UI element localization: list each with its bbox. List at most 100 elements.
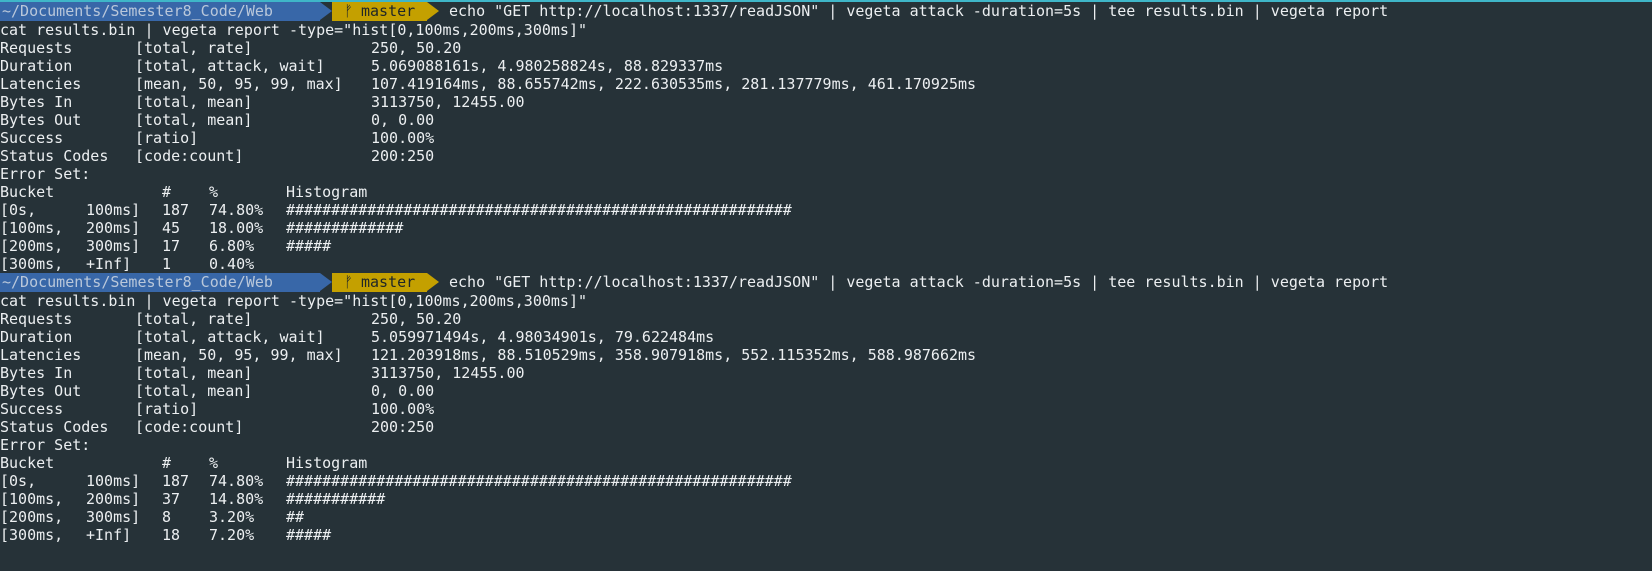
metric-fields: [total, attack, wait]	[135, 328, 325, 346]
hist-header-percent: %	[209, 183, 219, 201]
bucket-count: 1	[162, 255, 172, 273]
bucket-upper: +Inf]	[86, 255, 132, 273]
bucket-bar: ########################################…	[286, 472, 792, 490]
metric-label: Status Codes	[0, 147, 109, 165]
histogram-row: [200ms, 300ms] 8 3.20% ##	[0, 508, 304, 527]
hist-header-count: #	[162, 454, 172, 472]
metric-label: Success	[0, 400, 64, 418]
hist-header-histogram: Histogram	[286, 183, 368, 201]
hist-header-bucket: Bucket	[0, 183, 55, 201]
metric-fields: [total, mean]	[135, 364, 253, 382]
bucket-upper: 300ms]	[86, 237, 141, 255]
metric-fields: [total, rate]	[135, 310, 253, 328]
metric-row-duration: Duration [total, attack, wait] 5.0690881…	[0, 57, 723, 76]
metric-row-status-codes: Status Codes [code:count] 200:250	[0, 418, 434, 437]
command-text: cat results.bin | vegeta report -type="h…	[0, 292, 587, 310]
bucket-percent: 74.80%	[209, 472, 264, 490]
metric-value: 107.419164ms, 88.655742ms, 222.630535ms,…	[371, 75, 977, 93]
terminal-window[interactable]: ~/Documents/Semester8_Code/Web ᚠ master …	[0, 0, 1652, 571]
metric-fields: [total, attack, wait]	[135, 57, 325, 75]
metric-label: Requests	[0, 310, 73, 328]
prompt-git-segment: ᚠ master	[332, 2, 427, 21]
bucket-lower: [100ms,	[0, 490, 64, 508]
bucket-count: 8	[162, 508, 172, 526]
command-text: echo "GET http://localhost:1337/readJSON…	[449, 273, 1389, 291]
histogram-header: Bucket # % Histogram	[0, 454, 367, 473]
bucket-lower: [0s,	[0, 201, 37, 219]
metric-row-latencies: Latencies [mean, 50, 95, 99, max] 121.20…	[0, 346, 976, 365]
metric-value: 100.00%	[371, 129, 435, 147]
metric-value: 200:250	[371, 418, 435, 436]
bucket-percent: 18.00%	[209, 219, 264, 237]
shell-prompt: ~/Documents/Semester8_Code/Web ᚠ master …	[0, 273, 1652, 292]
metric-row-status-codes: Status Codes [code:count] 200:250	[0, 147, 434, 166]
histogram-row: [200ms, 300ms] 17 6.80% #####	[0, 237, 331, 256]
bucket-upper: 200ms]	[86, 219, 141, 237]
metric-label: Latencies	[0, 75, 82, 93]
bucket-count: 18	[162, 526, 181, 544]
bucket-lower: [300ms,	[0, 255, 64, 273]
metric-row-success: Success [ratio] 100.00%	[0, 129, 434, 148]
prompt-path-segment: ~/Documents/Semester8_Code/Web	[0, 273, 320, 292]
bucket-lower: [200ms,	[0, 237, 64, 255]
metric-row-duration: Duration [total, attack, wait] 5.0599714…	[0, 328, 714, 347]
histogram-row: [100ms, 200ms] 37 14.80% ###########	[0, 490, 385, 509]
git-branch-icon: ᚠ	[344, 2, 354, 20]
metric-value: 5.059971494s, 4.98034901s, 79.622484ms	[371, 328, 715, 346]
metric-value: 5.069088161s, 4.980258824s, 88.829337ms	[371, 57, 724, 75]
prompt-path: ~/Documents/Semester8_Code/Web	[2, 2, 273, 20]
prompt-separator-icon	[320, 273, 332, 291]
bucket-upper: +Inf]	[86, 526, 132, 544]
metric-fields: [mean, 50, 95, 99, max]	[135, 75, 343, 93]
prompt-separator-icon	[427, 2, 439, 20]
prompt-path: ~/Documents/Semester8_Code/Web	[2, 273, 273, 291]
metric-row-bytes-in: Bytes In [total, mean] 3113750, 12455.00	[0, 93, 525, 112]
metric-label: Duration	[0, 57, 73, 75]
command-text: cat results.bin | vegeta report -type="h…	[0, 21, 587, 39]
metric-row-requests: Requests [total, rate] 250, 50.20	[0, 39, 461, 58]
metric-fields: [code:count]	[135, 147, 244, 165]
metric-fields: [total, mean]	[135, 111, 253, 129]
histogram-row: [0s, 100ms] 187 74.80% #################…	[0, 472, 792, 491]
bucket-count: 187	[162, 201, 190, 219]
histogram-row: [0s, 100ms] 187 74.80% #################…	[0, 201, 792, 220]
bucket-count: 45	[162, 219, 181, 237]
hist-header-count: #	[162, 183, 172, 201]
git-branch-name: master	[361, 273, 416, 291]
bucket-bar: ###########	[286, 490, 386, 508]
bucket-upper: 100ms]	[86, 472, 141, 490]
metric-value: 250, 50.20	[371, 310, 462, 328]
metric-row-latencies: Latencies [mean, 50, 95, 99, max] 107.41…	[0, 75, 976, 94]
git-branch-icon: ᚠ	[344, 273, 354, 291]
metric-label: Bytes Out	[0, 111, 82, 129]
prompt-git-segment: ᚠ master	[332, 273, 427, 292]
bucket-upper: 200ms]	[86, 490, 141, 508]
metric-row-success: Success [ratio] 100.00%	[0, 400, 434, 419]
bucket-upper: 300ms]	[86, 508, 141, 526]
metric-label: Bytes In	[0, 93, 73, 111]
bucket-lower: [300ms,	[0, 526, 64, 544]
bucket-percent: 3.20%	[209, 508, 255, 526]
metric-row-bytes-out: Bytes Out [total, mean] 0, 0.00	[0, 111, 434, 130]
bucket-upper: 100ms]	[86, 201, 141, 219]
bucket-bar: #####	[286, 237, 332, 255]
metric-fields: [ratio]	[135, 129, 199, 147]
metric-label: Duration	[0, 328, 73, 346]
metric-label: Success	[0, 129, 64, 147]
bucket-count: 37	[162, 490, 181, 508]
command-text: echo "GET http://localhost:1337/readJSON…	[449, 2, 1389, 20]
metric-row-requests: Requests [total, rate] 250, 50.20	[0, 310, 461, 329]
metric-row-bytes-in: Bytes In [total, mean] 3113750, 12455.00	[0, 364, 525, 383]
metric-label: Latencies	[0, 346, 82, 364]
bucket-bar: ##	[286, 508, 305, 526]
prompt-separator-icon	[427, 273, 439, 291]
bucket-count: 17	[162, 237, 181, 255]
hist-header-histogram: Histogram	[286, 454, 368, 472]
error-set-label: Error Set:	[0, 165, 91, 183]
hist-header-bucket: Bucket	[0, 454, 55, 472]
metric-value: 200:250	[371, 147, 435, 165]
metric-label: Status Codes	[0, 418, 109, 436]
prompt-path-segment: ~/Documents/Semester8_Code/Web	[0, 2, 320, 21]
metric-value: 121.203918ms, 88.510529ms, 358.907918ms,…	[371, 346, 977, 364]
metric-value: 250, 50.20	[371, 39, 462, 57]
